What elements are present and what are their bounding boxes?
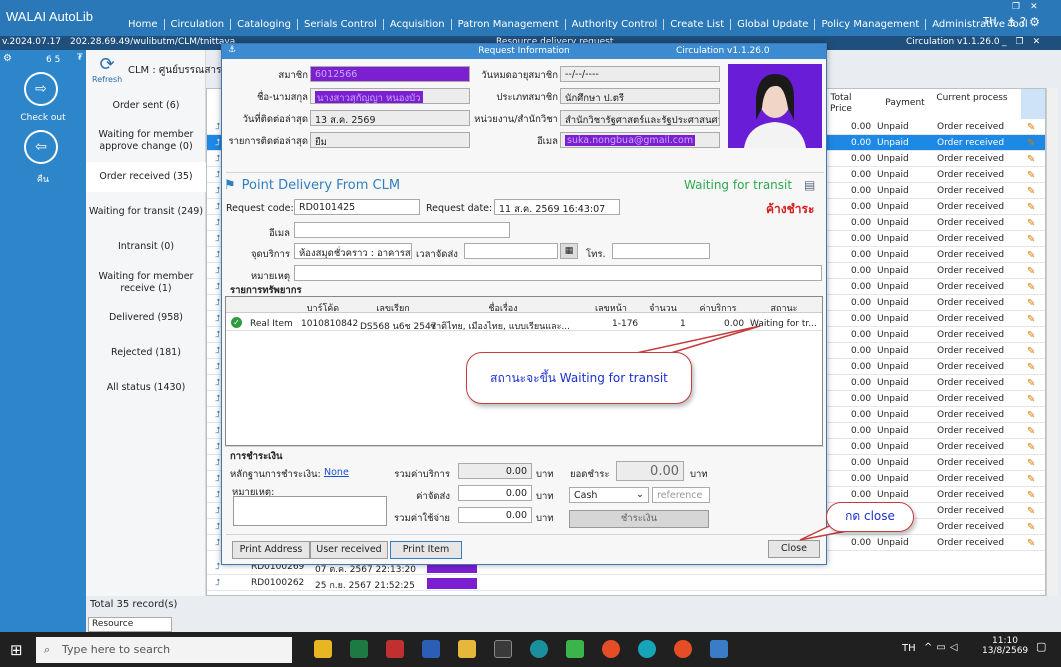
notification-icon[interactable]: ▢ (1036, 640, 1046, 653)
tray-icons[interactable]: ^▭◁ (924, 642, 962, 653)
app-icon[interactable] (638, 640, 656, 658)
app-icon[interactable] (386, 640, 404, 658)
file-explorer-icon[interactable] (458, 640, 476, 658)
chrome-icon[interactable] (674, 640, 692, 658)
clock-date: 13/8/2569 (982, 646, 1029, 656)
drive-icon[interactable] (566, 640, 584, 658)
search-icon: ⌕ (44, 643, 51, 656)
taskbar-lang[interactable]: TH (902, 643, 916, 654)
windows-start-icon[interactable]: ⊞ (10, 641, 23, 659)
task-view-icon[interactable] (494, 640, 512, 658)
taskbar: ⊞ ⌕ Type here to search TH ^▭◁ 11:10 13/8… (0, 632, 1061, 667)
word-icon[interactable] (422, 640, 440, 658)
close-callout: กด close (826, 502, 914, 532)
status-callout: สถานะจะขึ้น Waiting for transit (466, 352, 692, 404)
taskbar-clock[interactable]: 11:10 13/8/2569 (982, 636, 1028, 656)
clock-time: 11:10 (992, 636, 1018, 646)
excel-icon[interactable] (350, 640, 368, 658)
chrome-icon[interactable] (602, 640, 620, 658)
sticky-notes-icon[interactable] (314, 640, 332, 658)
taskbar-search[interactable]: ⌕ Type here to search (36, 637, 292, 663)
photos-icon[interactable] (710, 640, 728, 658)
search-placeholder: Type here to search (62, 643, 171, 656)
callout-pointers (603, 325, 854, 541)
edge-icon[interactable] (530, 640, 548, 658)
